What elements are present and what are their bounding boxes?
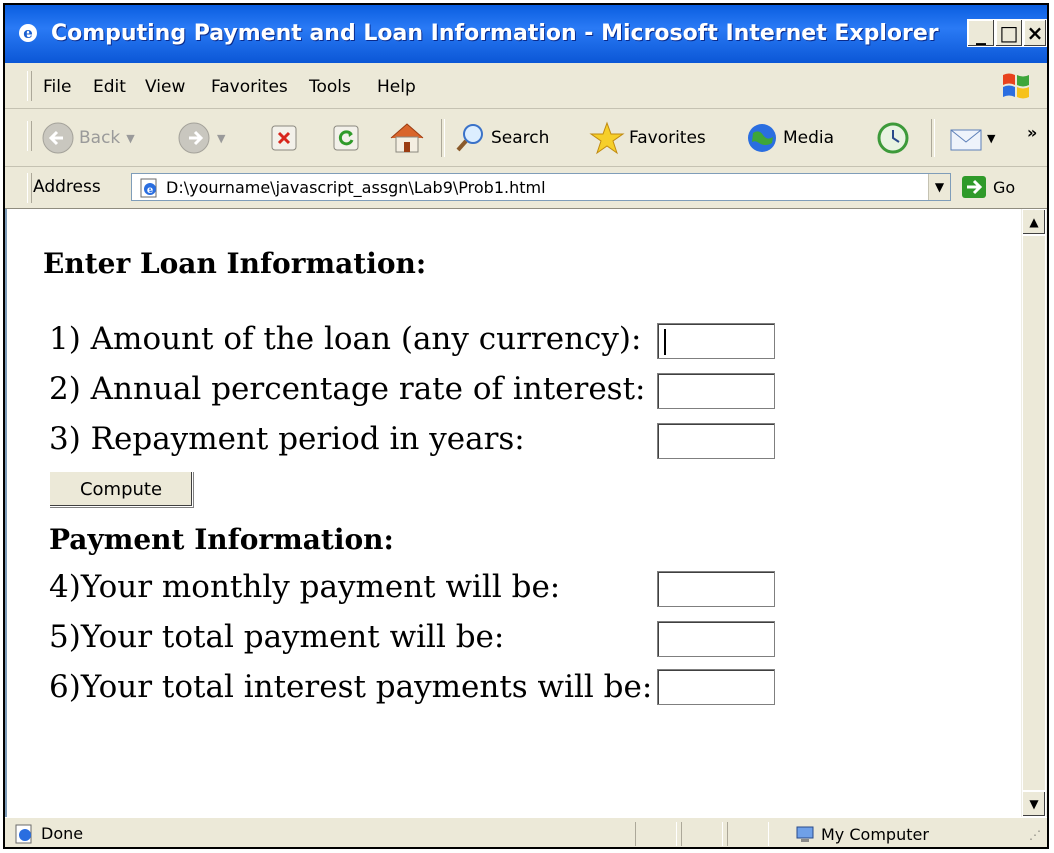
search-button[interactable]: Search: [453, 119, 549, 157]
security-zone: My Computer: [795, 824, 929, 844]
status-cell: [727, 822, 769, 846]
stop-button[interactable]: [269, 119, 299, 157]
amount-input[interactable]: [657, 323, 775, 359]
payment-heading: Payment Information:: [49, 523, 394, 556]
scroll-down-button[interactable]: ▼: [1022, 791, 1046, 817]
vertical-scrollbar[interactable]: ▲ ▼: [1021, 209, 1047, 817]
status-cell: [635, 822, 677, 846]
menu-favorites[interactable]: Favorites: [211, 77, 288, 97]
chevron-down-icon: ▼: [934, 180, 945, 194]
monthly-output[interactable]: [657, 571, 775, 607]
back-dropdown-icon[interactable]: ▼: [126, 132, 134, 145]
mail-envelope-icon: [950, 129, 982, 151]
favorites-button[interactable]: Favorites: [589, 119, 706, 157]
page-content: Enter Loan Information: 1) Amount of the…: [5, 209, 1021, 817]
search-label: Search: [491, 128, 550, 148]
menu-bar: File Edit View Favorites Tools Help: [5, 63, 1047, 109]
toolbar-overflow-chevron[interactable]: »: [1027, 113, 1037, 151]
zone-label: My Computer: [821, 824, 929, 844]
forward-button[interactable]: ▼: [177, 119, 225, 157]
title-bar[interactable]: e Computing Payment and Loan Information…: [5, 5, 1047, 63]
status-text: Done: [41, 824, 84, 843]
media-globe-icon: [748, 124, 776, 152]
status-cell: [681, 822, 723, 846]
address-bar: Address e D:\yourname\javascript_assgn\L…: [5, 167, 1047, 209]
interest-output[interactable]: [657, 669, 775, 705]
back-button[interactable]: Back ▼: [41, 119, 135, 157]
back-arrow-icon: [42, 122, 74, 154]
windows-logo-icon: [1003, 73, 1029, 99]
arrow-up-icon: ▲: [1029, 215, 1039, 229]
close-button[interactable]: ×: [1023, 19, 1047, 47]
media-label: Media: [783, 128, 835, 148]
window-title: Computing Payment and Loan Information -…: [51, 21, 939, 46]
search-icon: [456, 124, 483, 152]
loan-heading: Enter Loan Information:: [43, 247, 427, 280]
compute-button[interactable]: Compute: [49, 471, 193, 507]
refresh-icon: [333, 125, 359, 151]
browser-window: e Computing Payment and Loan Information…: [3, 3, 1049, 849]
favorites-label: Favorites: [629, 128, 706, 148]
status-bar: Done My Computer ⋰: [5, 817, 1047, 847]
favorites-star-icon: [589, 121, 625, 155]
arrow-down-icon: ▼: [1029, 797, 1039, 811]
interest-label: 6)Your total interest payments will be:: [49, 669, 653, 705]
address-dropdown-button[interactable]: ▼: [928, 174, 950, 200]
scroll-up-button[interactable]: ▲: [1022, 209, 1046, 235]
close-icon: ×: [1026, 21, 1044, 45]
go-button[interactable]: Go: [961, 175, 1015, 199]
menu-view[interactable]: View: [145, 77, 185, 97]
my-computer-icon: [796, 826, 814, 842]
resize-grip-icon[interactable]: ⋰: [1029, 828, 1041, 842]
go-label: Go: [993, 177, 1016, 197]
menu-tools[interactable]: Tools: [309, 77, 351, 97]
apr-label: 2) Annual percentage rate of interest:: [49, 371, 646, 407]
minimize-button[interactable]: _: [967, 19, 995, 47]
address-label: Address: [33, 177, 101, 197]
page-icon: e: [140, 178, 157, 198]
ie-logo-icon: e: [19, 24, 37, 42]
home-button[interactable]: [387, 119, 427, 157]
mail-dropdown-icon[interactable]: ▼: [987, 132, 995, 145]
toolbar-separator: [441, 119, 445, 157]
period-input[interactable]: [657, 423, 775, 459]
monthly-label: 4)Your monthly payment will be:: [49, 569, 561, 605]
text-caret: [664, 329, 666, 355]
back-label: Back: [79, 128, 121, 148]
address-grip: [27, 173, 32, 203]
total-output[interactable]: [657, 621, 775, 657]
minimize-icon: _: [976, 21, 986, 45]
svg-text:e: e: [147, 185, 153, 196]
maximize-button[interactable]: □: [995, 19, 1023, 47]
scroll-track[interactable]: [1022, 235, 1046, 791]
refresh-button[interactable]: [331, 119, 361, 157]
maximize-icon: □: [999, 21, 1019, 45]
period-label: 3) Repayment period in years:: [49, 421, 525, 457]
history-clock-icon: [877, 122, 909, 154]
toolbar-grip: [27, 121, 32, 151]
apr-input[interactable]: [657, 373, 775, 409]
menu-edit[interactable]: Edit: [93, 77, 126, 97]
stop-icon: [271, 125, 297, 151]
total-label: 5)Your total payment will be:: [49, 619, 505, 655]
amount-label: 1) Amount of the loan (any currency):: [49, 321, 642, 357]
go-arrow-icon: [962, 176, 986, 198]
history-button[interactable]: [875, 119, 911, 157]
page-done-icon: [15, 824, 32, 844]
menu-help[interactable]: Help: [377, 77, 416, 97]
address-url: D:\yourname\javascript_assgn\Lab9\Prob1.…: [166, 178, 546, 197]
svg-text:e: e: [23, 24, 33, 42]
address-input[interactable]: e D:\yourname\javascript_assgn\Lab9\Prob…: [131, 173, 951, 201]
mail-button[interactable]: ▼: [947, 119, 995, 157]
forward-dropdown-icon[interactable]: ▼: [217, 132, 225, 145]
toolbar-separator-2: [931, 119, 935, 157]
media-button[interactable]: Media: [745, 119, 834, 157]
standard-toolbar: Back ▼ ▼ Search Favorites Media ▼ »: [5, 109, 1047, 167]
menu-grip: [27, 71, 32, 101]
menu-file[interactable]: File: [43, 77, 71, 97]
home-icon: [390, 123, 424, 153]
forward-arrow-icon: [178, 122, 210, 154]
